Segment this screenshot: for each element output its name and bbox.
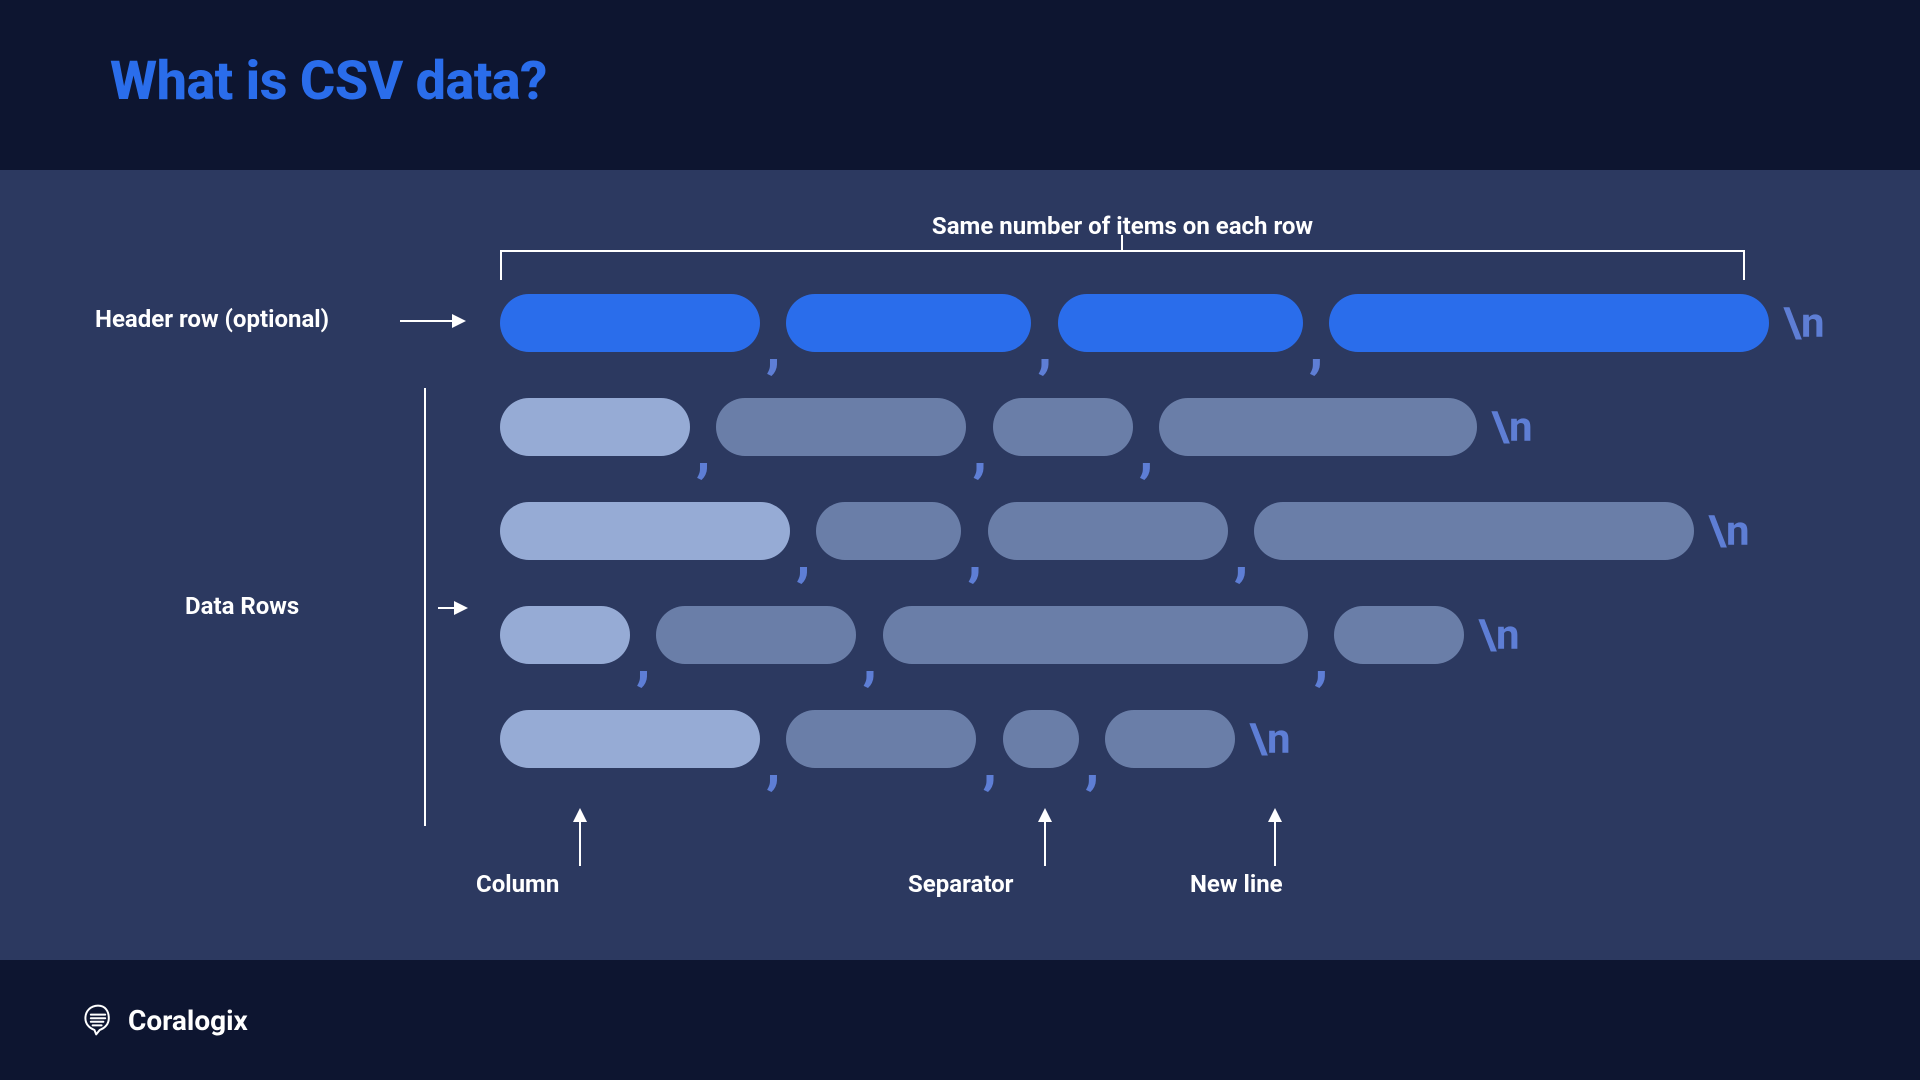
header-cell — [1058, 294, 1303, 352]
header-row-label: Header row (optional) — [95, 305, 329, 333]
data-cell — [1003, 710, 1079, 768]
data-cell — [500, 398, 690, 456]
column-label: Column — [476, 870, 559, 898]
comma-separator: , — [862, 631, 876, 687]
slide-footer: Coralogix — [0, 960, 1920, 1080]
data-cell — [500, 710, 760, 768]
data-cell — [656, 606, 856, 664]
comma-separator: , — [982, 735, 996, 791]
data-cell — [816, 502, 961, 560]
top-bracket — [500, 250, 1745, 280]
data-cell — [1334, 606, 1464, 664]
arrow-separator — [1044, 810, 1046, 866]
coralogix-logo-icon — [80, 1002, 116, 1038]
newline-token: \n — [1478, 611, 1519, 660]
data-rows-bracket — [424, 388, 426, 826]
newline-token: \n — [1249, 715, 1290, 764]
comma-separator: , — [972, 423, 986, 479]
data-cell — [883, 606, 1308, 664]
csv-header-row: , , , \n — [500, 294, 1830, 352]
csv-data-row: , , , \n — [500, 502, 1830, 560]
data-cell — [993, 398, 1133, 456]
arrow-data-rows — [438, 607, 466, 609]
data-cell — [716, 398, 966, 456]
comma-separator: , — [696, 423, 710, 479]
comma-separator: , — [1234, 527, 1248, 583]
data-cell — [988, 502, 1228, 560]
comma-separator: , — [796, 527, 810, 583]
csv-data-row: , , , \n — [500, 710, 1830, 768]
newline-token: \n — [1708, 507, 1749, 556]
comma-separator: , — [636, 631, 650, 687]
comma-separator: , — [1309, 319, 1323, 375]
slide-header: What is CSV data? — [0, 0, 1920, 170]
data-cell — [500, 606, 630, 664]
comma-separator: , — [766, 735, 780, 791]
comma-separator: , — [967, 527, 981, 583]
newline-token: \n — [1491, 403, 1532, 452]
arrow-newline — [1274, 810, 1276, 866]
comma-separator: , — [1037, 319, 1051, 375]
slide-title: What is CSV data? — [110, 50, 1810, 113]
coralogix-logo-text: Coralogix — [128, 1004, 248, 1037]
comma-separator: , — [1139, 423, 1153, 479]
newline-label: New line — [1190, 870, 1283, 898]
data-cell — [500, 502, 790, 560]
csv-data-row: , , , \n — [500, 398, 1830, 456]
data-cell — [1105, 710, 1235, 768]
header-cell — [786, 294, 1031, 352]
header-cell — [500, 294, 760, 352]
diagram-content: Same number of items on each row Header … — [0, 170, 1920, 960]
arrow-column — [579, 810, 581, 866]
data-rows-label: Data Rows — [185, 592, 299, 620]
comma-separator: , — [766, 319, 780, 375]
data-cell — [1254, 502, 1694, 560]
coralogix-logo: Coralogix — [80, 1002, 248, 1038]
data-cell — [1159, 398, 1477, 456]
separator-label: Separator — [908, 870, 1013, 898]
header-cell — [1329, 294, 1769, 352]
top-bracket-stem — [1121, 235, 1123, 251]
newline-token: \n — [1783, 299, 1824, 348]
csv-data-row: , , , \n — [500, 606, 1830, 664]
arrow-header-row — [400, 320, 464, 322]
comma-separator: , — [1314, 631, 1328, 687]
data-cell — [786, 710, 976, 768]
comma-separator: , — [1085, 735, 1099, 791]
